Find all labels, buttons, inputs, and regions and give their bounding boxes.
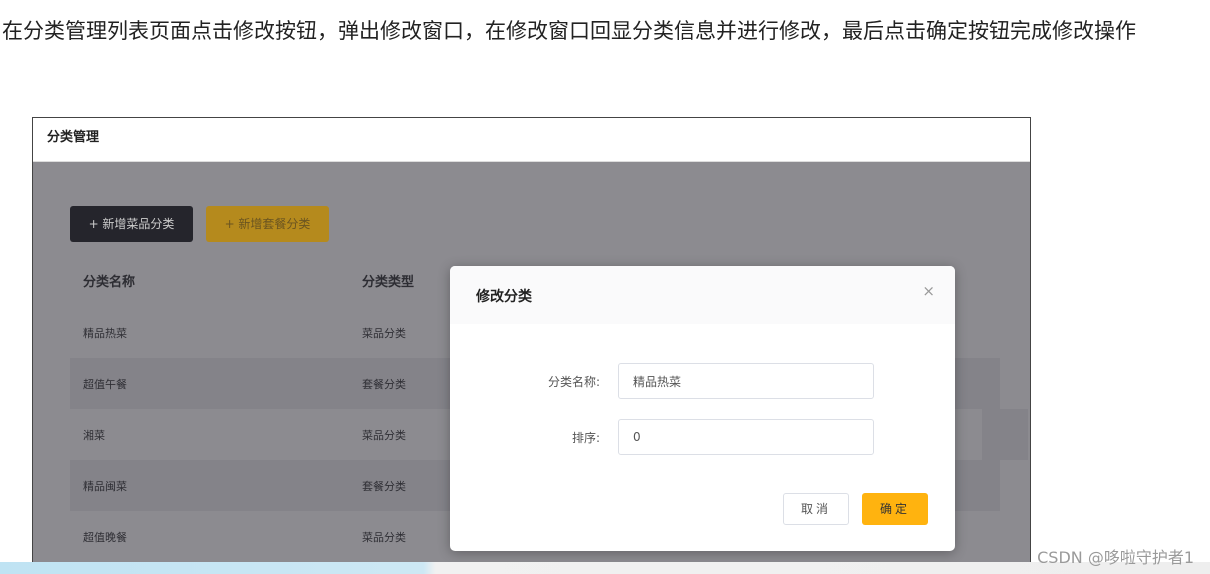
bottom-decoration	[0, 562, 1210, 574]
confirm-button[interactable]: 确定	[862, 493, 928, 525]
page-title: 分类管理	[47, 130, 100, 145]
dialog-title: 修改分类	[476, 289, 532, 305]
intro-text: 在分类管理列表页面点击修改按钮，弹出修改窗口，在修改窗口回显分类信息并进行修改，…	[2, 19, 1136, 43]
cell-category-name: 超值午餐	[83, 378, 127, 391]
cell-category-name: 超值晚餐	[83, 531, 127, 544]
cell-category-type: 套餐分类	[362, 480, 406, 493]
cell-category-type: 菜品分类	[362, 429, 406, 442]
cell-category-name: 精品热菜	[83, 327, 127, 340]
app-header: 分类管理	[33, 118, 1030, 162]
watermark: CSDN @哆啦守护者1	[1037, 548, 1194, 567]
category-name-input[interactable]	[618, 363, 874, 399]
column-header-name: 分类名称	[83, 275, 136, 290]
dialog-header: 修改分类 ×	[450, 266, 955, 324]
cell-category-type: 套餐分类	[362, 378, 406, 391]
cell-category-name: 精品闽菜	[83, 480, 127, 493]
category-name-label: 分类名称:	[547, 375, 600, 389]
column-header-type: 分类类型	[362, 275, 415, 290]
cell-category-name: 湘菜	[83, 429, 105, 442]
close-icon[interactable]: ×	[922, 282, 935, 300]
cancel-button[interactable]: 取消	[783, 493, 849, 525]
add-dish-category-button[interactable]: + 新增菜品分类	[70, 206, 193, 242]
add-set-category-button[interactable]: + 新增套餐分类	[206, 206, 329, 242]
row-actions-cell	[982, 409, 1028, 460]
sort-input[interactable]	[618, 419, 874, 455]
sort-label: 排序:	[571, 431, 600, 445]
cell-category-type: 菜品分类	[362, 531, 406, 544]
page: 在分类管理列表页面点击修改按钮，弹出修改窗口，在修改窗口回显分类信息并进行修改，…	[0, 0, 1210, 574]
cell-category-type: 菜品分类	[362, 327, 406, 340]
edit-category-dialog: 修改分类 × 分类名称: 排序: 取消 确定	[450, 266, 955, 551]
